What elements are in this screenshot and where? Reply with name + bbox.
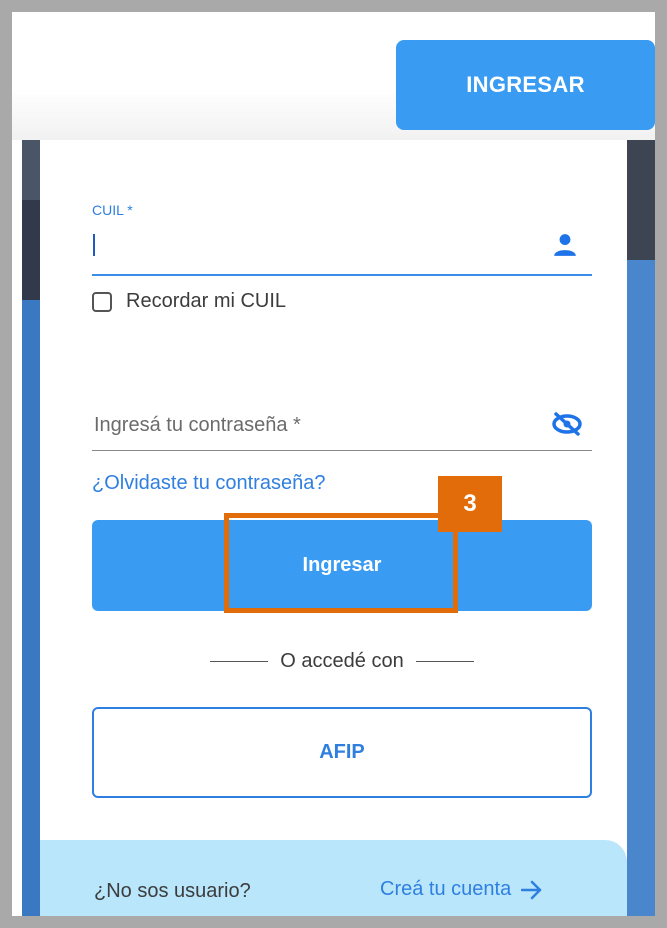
eye-off-icon[interactable]: [552, 412, 582, 436]
login-window: INGRESAR CUIL * Recordar mi CUIL ¿Olvida…: [12, 12, 655, 916]
divider-line-right: [415, 661, 475, 662]
cuil-label: CUIL *: [92, 202, 133, 218]
login-card: CUIL * Recordar mi CUIL ¿Olvidaste tu co…: [40, 140, 627, 916]
background-strip-right: [627, 140, 655, 916]
cuil-field[interactable]: [92, 222, 592, 276]
password-input[interactable]: [92, 408, 526, 442]
create-account-link[interactable]: Creá tu cuenta: [380, 878, 543, 901]
create-account-label: Creá tu cuenta: [380, 878, 512, 900]
alt-login-divider: O accedé con: [210, 650, 475, 673]
arrow-right-icon: [521, 880, 542, 899]
cuil-input[interactable]: [98, 228, 532, 264]
remember-cuil[interactable]: Recordar mi CUIL: [92, 290, 286, 313]
top-bar: INGRESAR: [12, 12, 655, 140]
afip-login-button[interactable]: AFIP: [92, 707, 592, 798]
remember-label: Recordar mi CUIL: [126, 290, 287, 312]
background-strip-left: [22, 140, 40, 916]
signup-footer: ¿No sos usuario? Creá tu cuenta: [40, 840, 627, 916]
divider-line-left: [210, 661, 269, 662]
user-icon: [554, 234, 576, 256]
forgot-password-link[interactable]: ¿Olvidaste tu contraseña?: [92, 472, 325, 495]
divider-text: O accedé con: [280, 650, 404, 672]
no-user-text: ¿No sos usuario?: [94, 880, 251, 902]
step-number-badge: 3: [438, 476, 502, 532]
text-caret: [93, 234, 95, 256]
header-login-button[interactable]: INGRESAR: [396, 40, 655, 130]
step-highlight-box: [224, 513, 458, 613]
password-field[interactable]: [92, 398, 592, 451]
remember-checkbox[interactable]: [92, 291, 112, 312]
